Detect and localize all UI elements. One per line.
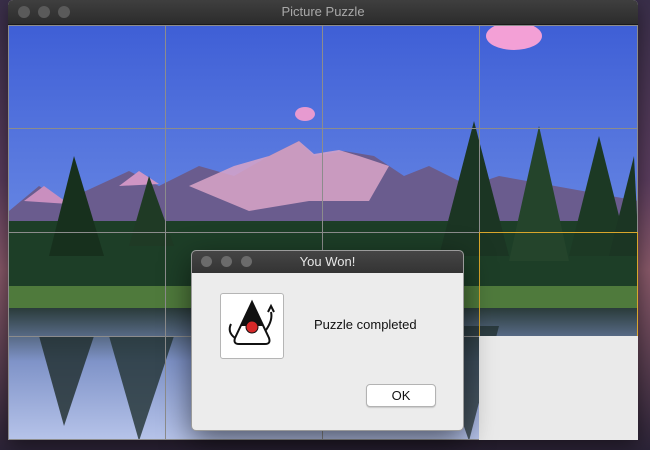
- window-titlebar[interactable]: Picture Puzzle: [8, 0, 638, 25]
- window-title: Picture Puzzle: [281, 4, 365, 19]
- puzzle-tile[interactable]: [165, 128, 323, 233]
- puzzle-tile[interactable]: [8, 25, 166, 129]
- puzzle-empty-slot[interactable]: [479, 336, 638, 440]
- java-duke-icon: [220, 293, 284, 359]
- puzzle-tile-selected[interactable]: [479, 232, 638, 337]
- puzzle-tile[interactable]: [322, 25, 480, 129]
- dialog-message: Puzzle completed: [314, 317, 417, 332]
- dialog-title: You Won!: [299, 254, 356, 269]
- puzzle-tile[interactable]: [8, 128, 166, 233]
- puzzle-tile[interactable]: [8, 336, 166, 440]
- puzzle-tile[interactable]: [165, 25, 323, 129]
- puzzle-tile[interactable]: [479, 128, 638, 233]
- you-won-dialog: You Won! Puzzle completed OK: [191, 250, 464, 431]
- puzzle-tile[interactable]: [8, 232, 166, 337]
- puzzle-tile[interactable]: [479, 25, 638, 129]
- ok-button[interactable]: OK: [366, 384, 436, 407]
- dialog-titlebar[interactable]: You Won!: [192, 251, 463, 273]
- puzzle-tile[interactable]: [322, 128, 480, 233]
